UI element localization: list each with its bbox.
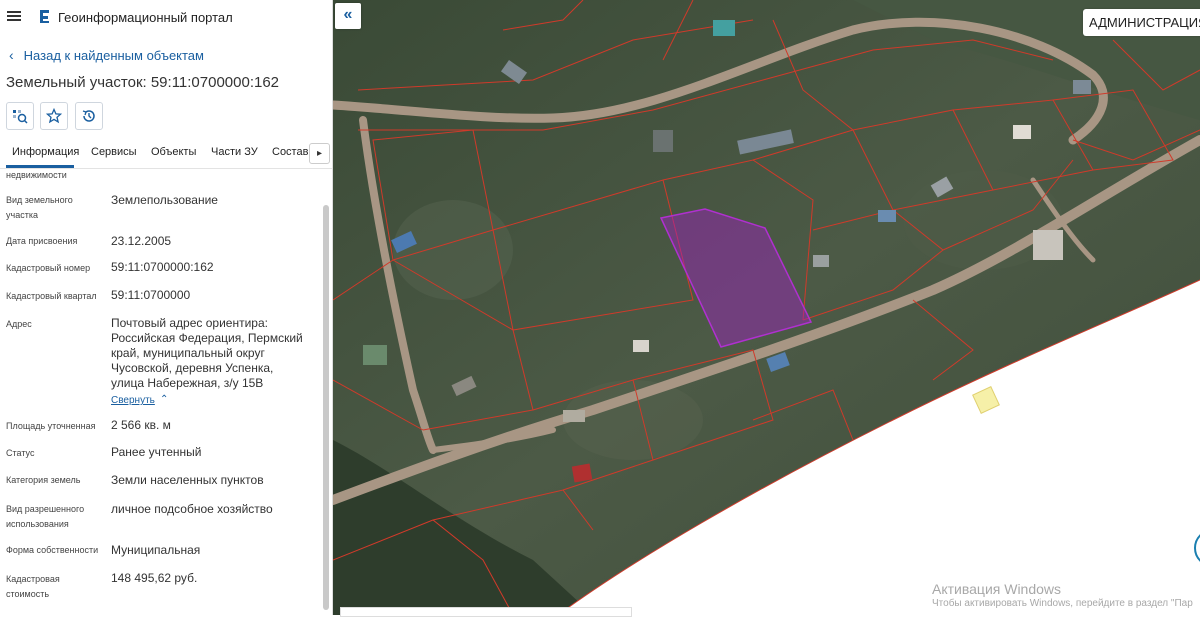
field-value: 59:11:0700000:162: [111, 260, 214, 274]
back-link[interactable]: ‹ Назад к найденным объектам: [9, 47, 204, 63]
field-value: Земли населенных пунктов: [111, 473, 264, 487]
activation-watermark-text: Чтобы активировать Windows, перейдите в …: [932, 598, 1193, 609]
field-label: недвижимости: [6, 170, 67, 180]
field-value: Землепользование: [111, 193, 218, 207]
field-value: личное подсобное хозяйство: [111, 502, 273, 516]
find-on-map-button[interactable]: [6, 102, 34, 130]
field-value: 148 495,62 руб.: [111, 571, 198, 585]
find-on-map-icon: [13, 110, 28, 124]
tab-bar: Информация Сервисы Объекты Части ЗУ Сост…: [0, 138, 332, 169]
field-label: Статус: [6, 448, 35, 458]
star-icon: [46, 108, 62, 124]
field-label: Кадастровая стоимость: [6, 574, 60, 599]
field-value: 2 566 кв. м: [111, 418, 171, 432]
portal-logo-icon: [40, 10, 49, 23]
field-value: 59:11:0700000: [111, 288, 191, 302]
field-value: Почтовый адрес ориентира: Российская Фед…: [111, 316, 303, 390]
field-label: Дата присвоения: [6, 236, 78, 246]
menu-icon[interactable]: [7, 9, 21, 23]
back-link-label: Назад к найденным объектам: [23, 47, 204, 63]
tab-composition[interactable]: Состав: [272, 146, 308, 158]
history-icon: [82, 110, 95, 122]
portal-title: Геоинформационный портал: [58, 10, 233, 25]
tab-info[interactable]: Информация: [12, 146, 79, 158]
field-value: Ранее учтенный: [111, 445, 202, 459]
object-title: Земельный участок: 59:11:0700000:162: [6, 74, 280, 91]
panel-scrollbar[interactable]: [323, 205, 329, 610]
field-label: Форма собственности: [6, 545, 99, 555]
info-panel: Геоинформационный портал ‹ Назад к найде…: [0, 0, 333, 615]
field-label: Кадастровый квартал: [6, 291, 97, 301]
field-label: Площадь уточненная: [6, 421, 96, 431]
field-label: Вид разрешенного использования: [6, 504, 85, 529]
collapse-address-link[interactable]: Свернуть: [111, 395, 155, 406]
activation-watermark-title: Активация Windows: [932, 581, 1062, 597]
tab-objects[interactable]: Объекты: [151, 146, 196, 158]
field-label: Вид земельного участка: [6, 195, 73, 220]
info-fields: недвижимости Вид земельного участка Земл…: [0, 168, 322, 615]
field-label: Адрес: [6, 319, 32, 329]
chevron-right-icon[interactable]: ▸: [309, 143, 330, 164]
chevron-up-icon[interactable]: ⌃: [160, 394, 168, 405]
field-value: Муниципальная: [111, 543, 201, 557]
double-chevron-left-icon[interactable]: «: [335, 3, 361, 29]
favorite-button[interactable]: [40, 102, 68, 130]
admin-map-label: АДМИНИСТРАЦИЯ Ч: [1083, 9, 1200, 36]
bottom-bar: [340, 607, 632, 617]
history-button[interactable]: [75, 102, 103, 130]
field-label: Категория земель: [6, 475, 81, 485]
map-view[interactable]: [333, 0, 1200, 615]
chevron-left-icon: ‹: [9, 47, 14, 63]
top-bar: Геоинформационный портал: [0, 0, 332, 36]
satellite-map[interactable]: [333, 0, 1200, 615]
tab-parts[interactable]: Части ЗУ: [211, 146, 258, 158]
field-label: Кадастровый номер: [6, 263, 91, 273]
field-value: 23.12.2005: [111, 234, 172, 248]
tab-services[interactable]: Сервисы: [91, 146, 137, 158]
